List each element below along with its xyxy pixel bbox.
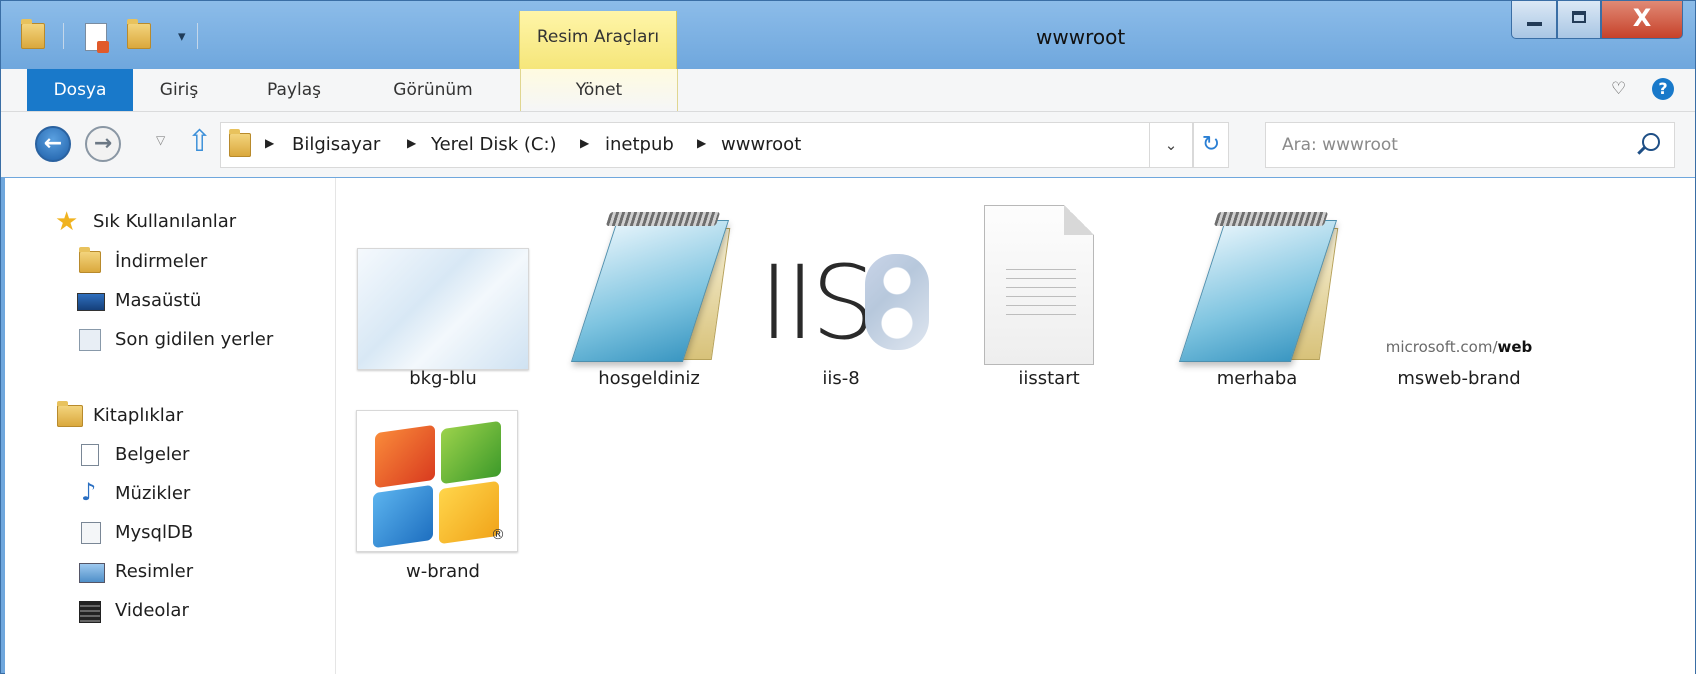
sidebar-item-videos[interactable]: Videolar	[5, 593, 305, 629]
file-name: msweb-brand	[1397, 368, 1521, 389]
customize-quick-access-dropdown[interactable]: ▾	[178, 27, 186, 45]
recent-locations-dropdown[interactable]: ▽	[156, 133, 165, 147]
breadcrumb-separator-icon[interactable]: ▶	[407, 136, 416, 150]
address-bar[interactable]: ▶ Bilgisayar ▶ Yerel Disk (C:) ▶ inetpub…	[220, 122, 1168, 168]
back-button[interactable]: ←	[35, 126, 71, 162]
separator	[63, 23, 64, 49]
file-name: bkg-blu	[409, 368, 477, 389]
maximize-button[interactable]	[1557, 1, 1601, 39]
msweb-text: microsoft.com/	[1385, 338, 1498, 356]
document-icon	[954, 188, 1144, 365]
documents-icon	[81, 444, 99, 466]
navigation-pane: ★ Sık Kullanılanlar İndirmeler Masaüstü …	[5, 178, 336, 674]
tab-manage[interactable]: Yönet	[520, 69, 678, 111]
breadcrumb-inetpub[interactable]: inetpub	[605, 134, 674, 155]
sidebar-item-label: Videolar	[115, 600, 189, 621]
image-thumbnail: ®	[348, 406, 538, 576]
back-arrow-icon: ←	[43, 131, 63, 156]
image-thumbnail	[348, 188, 538, 370]
breadcrumb-separator-icon[interactable]: ▶	[580, 136, 589, 150]
separator	[197, 23, 198, 49]
address-history-dropdown[interactable]: ⌄	[1149, 122, 1193, 168]
up-arrow-icon[interactable]: ⇧	[187, 124, 212, 159]
sidebar-item-label: Müzikler	[115, 483, 191, 504]
sidebar-item-label: Kitaplıklar	[93, 405, 184, 426]
image-thumbnail: microsoft.com/web	[1364, 188, 1554, 358]
minimize-button[interactable]	[1511, 1, 1557, 39]
file-name: iis-8	[822, 368, 860, 389]
sidebar-item-mysqldb[interactable]: MysqlDB	[5, 515, 305, 551]
sidebar-item-documents[interactable]: Belgeler	[5, 437, 305, 473]
sidebar-item-label: İndirmeler	[115, 251, 208, 272]
explorer-window: ▾ Resim Araçları wwwroot X Dosya Giriş P…	[0, 0, 1696, 674]
file-list: bkg-blu hosgeldiniz IIS iis-8 iisstart m…	[336, 178, 1695, 674]
sidebar-item-desktop[interactable]: Masaüstü	[5, 283, 305, 319]
maximize-icon	[1572, 11, 1586, 23]
sidebar-item-label: Resimler	[115, 561, 194, 582]
breadcrumb-computer[interactable]: Bilgisayar	[292, 134, 380, 155]
breadcrumb-wwwroot[interactable]: wwwroot	[721, 134, 801, 155]
star-icon: ★	[55, 207, 79, 237]
sidebar-item-label: Masaüstü	[115, 290, 202, 311]
file-name: w-brand	[406, 561, 480, 582]
downloads-folder-icon	[79, 247, 101, 273]
desktop-icon	[77, 293, 105, 311]
help-icon[interactable]: ?	[1652, 78, 1674, 100]
title-bar: ▾ Resim Araçları wwwroot X	[1, 1, 1695, 69]
refresh-icon[interactable]: ↻	[1193, 122, 1229, 168]
window-title: wwwroot	[1036, 25, 1126, 49]
context-tab-group-header: Resim Araçları	[519, 11, 677, 69]
file-name: iisstart	[1018, 368, 1080, 389]
breadcrumb-separator-icon[interactable]: ▶	[265, 136, 274, 150]
music-note-icon: ♪	[81, 478, 97, 506]
image-thumbnail: IIS	[746, 188, 936, 363]
notepad-icon	[1162, 188, 1352, 362]
file-name: merhaba	[1216, 368, 1298, 389]
notepad-icon	[554, 188, 744, 362]
sidebar-item-recent-places[interactable]: Son gidilen yerler	[5, 322, 305, 358]
expand-ribbon-icon[interactable]: ♡	[1611, 79, 1626, 99]
new-folder-icon[interactable]	[127, 19, 151, 49]
recent-places-icon	[79, 329, 101, 351]
sidebar-item-favorites[interactable]: ★ Sık Kullanılanlar	[5, 204, 305, 240]
close-icon: X	[1632, 4, 1652, 32]
sidebar-item-label: MysqlDB	[115, 522, 194, 543]
tab-view[interactable]: Görünüm	[371, 69, 495, 111]
sidebar-item-pictures[interactable]: Resimler	[5, 554, 305, 590]
sidebar-item-libraries[interactable]: Kitaplıklar	[5, 398, 305, 434]
sidebar-item-label: Belgeler	[115, 444, 190, 465]
close-button[interactable]: X	[1601, 1, 1683, 39]
forward-arrow-icon: →	[93, 131, 113, 156]
folder-icon	[229, 129, 251, 157]
minimize-icon	[1527, 22, 1542, 26]
tab-home[interactable]: Giriş	[141, 69, 217, 111]
tab-file[interactable]: Dosya	[27, 69, 133, 111]
breadcrumb-local-disk[interactable]: Yerel Disk (C:)	[431, 134, 557, 155]
library-icon	[81, 522, 101, 544]
pictures-icon	[79, 563, 105, 583]
forward-button[interactable]: →	[85, 126, 121, 162]
properties-icon[interactable]	[85, 23, 109, 53]
search-icon[interactable]	[1642, 133, 1660, 151]
breadcrumb-separator-icon[interactable]: ▶	[697, 136, 706, 150]
sidebar-item-label: Son gidilen yerler	[115, 329, 274, 350]
videos-icon	[79, 601, 101, 623]
sidebar-item-music[interactable]: ♪ Müzikler	[5, 476, 305, 512]
folder-icon[interactable]	[21, 19, 45, 49]
sidebar-item-downloads[interactable]: İndirmeler	[5, 244, 305, 280]
search-input[interactable]: Ara: wwwroot	[1282, 135, 1398, 155]
context-tab-group-label: Resim Araçları	[536, 27, 660, 47]
search-box[interactable]: Ara: wwwroot	[1265, 122, 1675, 168]
registered-mark: ®	[491, 527, 505, 543]
iis-logo-text: IIS	[759, 244, 876, 363]
libraries-icon	[57, 401, 83, 427]
tab-share[interactable]: Paylaş	[253, 69, 335, 111]
msweb-text-bold: web	[1497, 338, 1533, 356]
navigation-bar: ← → ▽ ⇧ ▶ Bilgisayar ▶ Yerel Disk (C:) ▶…	[1, 112, 1695, 177]
ribbon-tab-bar: Dosya Giriş Paylaş Görünüm Yönet ♡ ?	[1, 69, 1695, 112]
sidebar-item-label: Sık Kullanılanlar	[93, 211, 237, 232]
